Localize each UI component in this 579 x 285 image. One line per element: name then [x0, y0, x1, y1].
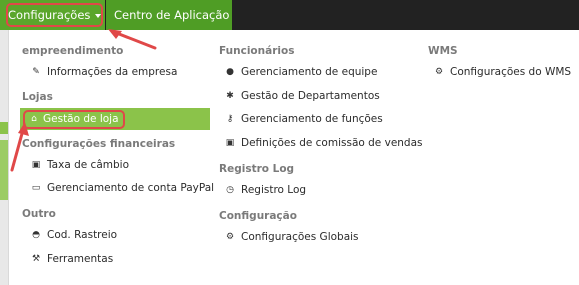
annotation-arrow-left	[10, 128, 25, 172]
annotation-arrows	[10, 29, 157, 172]
annotation-arrowhead-left	[18, 122, 29, 136]
annotation-arrow-top	[112, 30, 157, 50]
